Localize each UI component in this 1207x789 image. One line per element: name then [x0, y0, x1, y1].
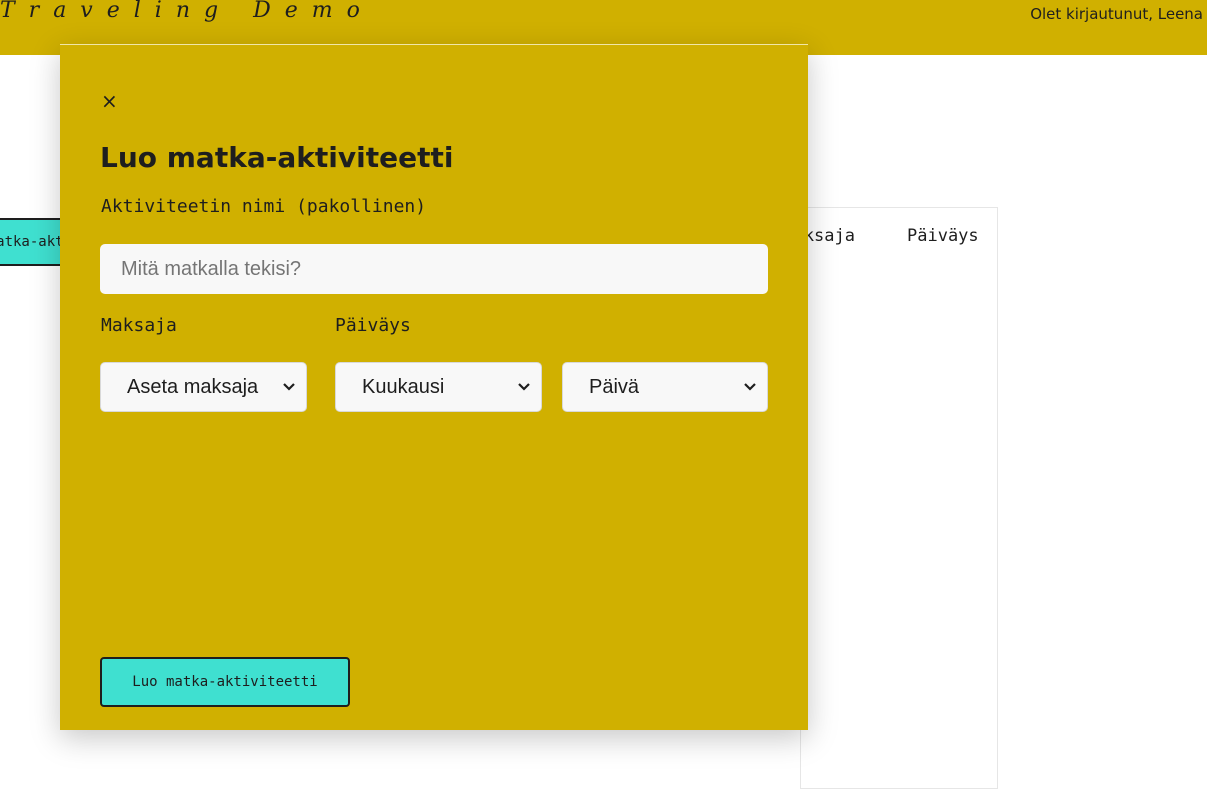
chevron-down-icon	[518, 383, 530, 391]
month-select-value: Kuukausi	[362, 375, 445, 398]
column-header-date: Päiväys	[907, 226, 979, 246]
day-select-value: Päivä	[589, 375, 640, 398]
month-select[interactable]: Kuukausi	[335, 362, 542, 412]
brand-logo[interactable]: Traveling Demo	[0, 0, 374, 23]
activity-name-input[interactable]	[100, 244, 768, 294]
payer-select-value: Aseta maksaja	[127, 375, 259, 398]
date-label: Päiväys	[335, 315, 411, 336]
close-icon[interactable]: ×	[101, 91, 118, 111]
activity-name-label: Aktiviteetin nimi (pakollinen)	[101, 196, 427, 217]
user-status: Olet kirjautunut, Leena	[1030, 5, 1203, 23]
create-activity-button[interactable]: Luo matka-aktiviteetti	[100, 657, 350, 707]
modal-title: Luo matka-aktiviteetti	[100, 141, 454, 174]
create-activity-modal: × Luo matka-aktiviteetti Aktiviteetin ni…	[60, 44, 808, 730]
activity-table-panel	[800, 207, 998, 789]
day-select[interactable]: Päivä	[562, 362, 768, 412]
chevron-down-icon	[283, 383, 295, 391]
payer-label: Maksaja	[101, 315, 177, 336]
chevron-down-icon	[744, 383, 756, 391]
payer-select[interactable]: Aseta maksaja	[100, 362, 307, 412]
